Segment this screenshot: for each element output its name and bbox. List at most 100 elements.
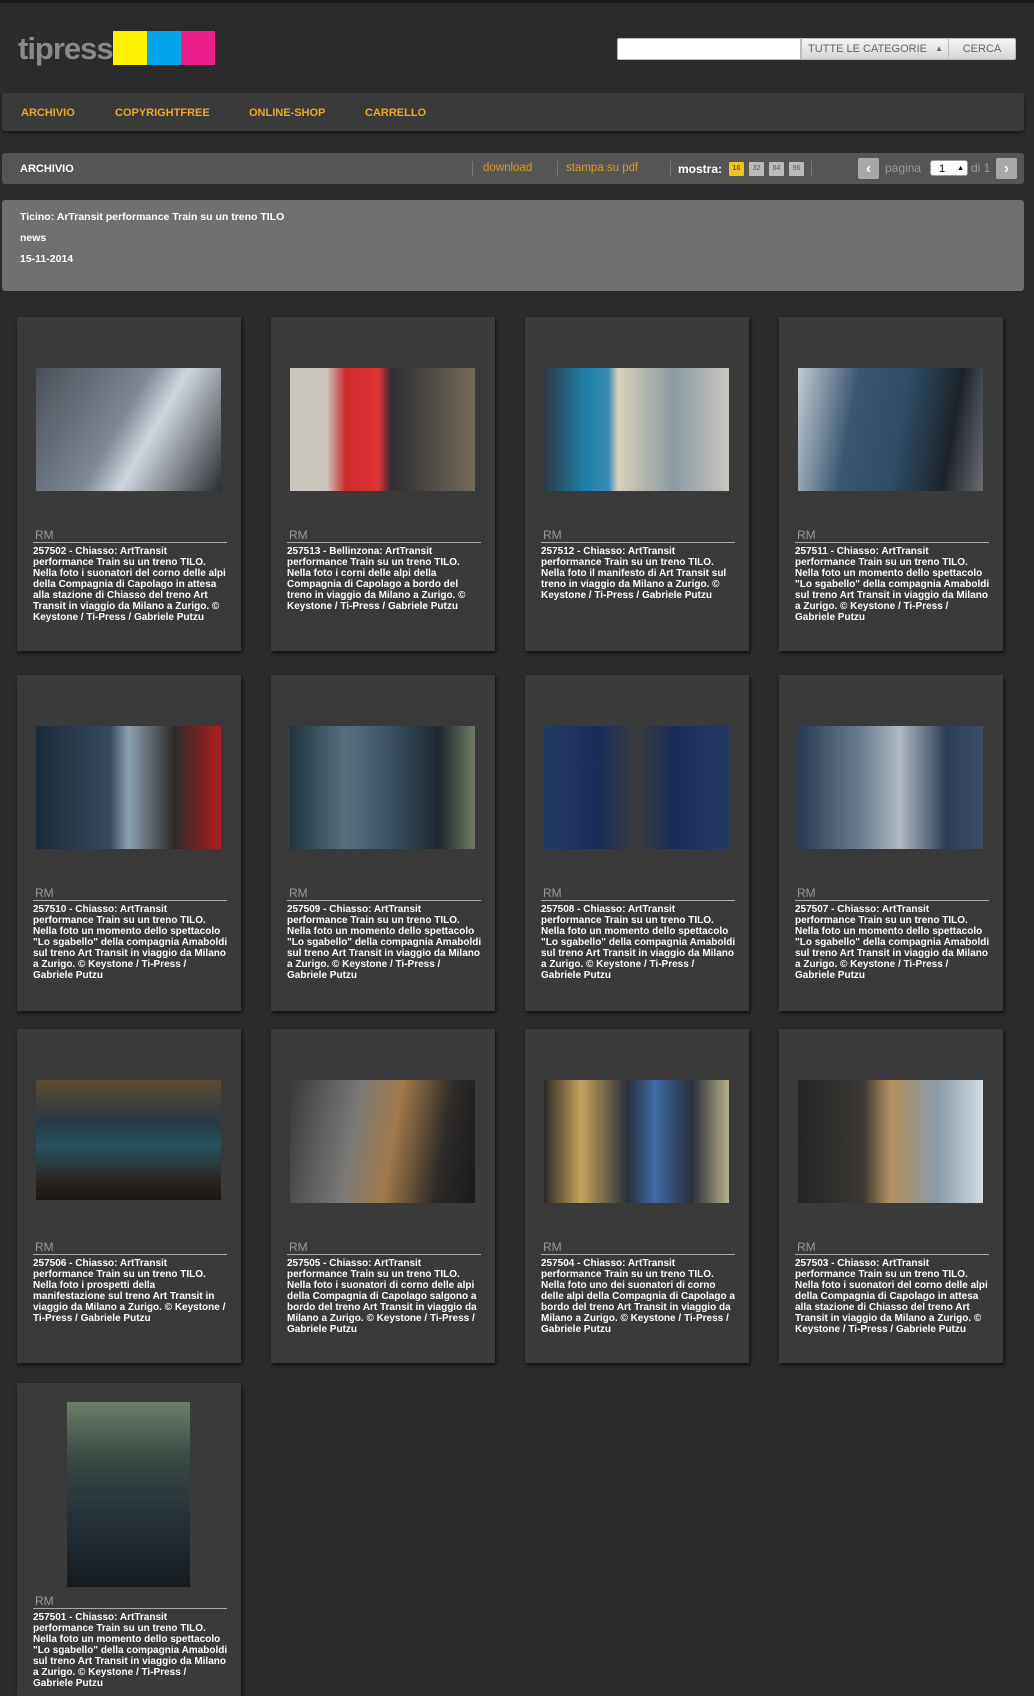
print-pdf-link[interactable]: stampa su pdf xyxy=(566,162,638,174)
gallery-category: news xyxy=(20,232,47,244)
photo-caption: 257504 - Chiasso: ArtTransit performance… xyxy=(541,1258,735,1335)
photo-caption: 257507 - Chiasso: ArtTransit performance… xyxy=(795,904,990,981)
photo-thumbnail[interactable] xyxy=(290,726,475,849)
photo-thumbnail[interactable] xyxy=(290,368,475,491)
photo-card[interactable]: RM 257512 - Chiasso: ArtTransit performan… xyxy=(525,317,749,651)
prev-page-button[interactable]: ‹ xyxy=(858,158,879,179)
rights-label: RM xyxy=(35,886,54,900)
size-32-button[interactable]: 32 xyxy=(749,162,764,176)
rights-label: RM xyxy=(289,528,308,542)
rights-label: RM xyxy=(797,1240,816,1254)
rights-label: RM xyxy=(797,528,816,542)
caption-divider xyxy=(33,542,227,543)
photo-card[interactable]: RM 257510 - Chiasso: ArtTransit performan… xyxy=(17,675,241,1011)
rights-label: RM xyxy=(289,1240,308,1254)
photo-caption: 257511 - Chiasso: ArtTransit performance… xyxy=(795,546,990,623)
photo-caption: 257510 - Chiasso: ArtTransit performance… xyxy=(33,904,228,981)
photo-thumbnail[interactable] xyxy=(544,726,729,849)
caption-divider xyxy=(795,542,989,543)
caption-divider xyxy=(287,1254,481,1255)
chevron-right-icon: › xyxy=(1004,160,1009,177)
photo-card[interactable]: RM 257508 - Chiasso: ArtTransit performan… xyxy=(525,675,749,1011)
page-select[interactable]: 1 ▲ xyxy=(930,160,968,176)
logo-magenta-square xyxy=(180,31,215,65)
rights-label: RM xyxy=(35,1240,54,1254)
photo-card[interactable]: RM 257513 - Bellinzona: ArtTransit perfor… xyxy=(271,317,495,651)
search-button[interactable]: CERCA xyxy=(949,38,1016,60)
photo-card[interactable]: RM 257504 - Chiasso: ArtTransit performan… xyxy=(525,1029,749,1363)
gallery-date: 15-11-2014 xyxy=(20,253,74,265)
rights-label: RM xyxy=(289,886,308,900)
photo-caption: 257509 - Chiasso: ArtTransit performance… xyxy=(287,904,482,981)
photo-card[interactable]: RM 257507 - Chiasso: ArtTransit performan… xyxy=(779,675,1003,1011)
caption-divider xyxy=(795,900,989,901)
section-title: ARCHIVIO xyxy=(20,163,74,175)
archive-toolbar: ARCHIVIO download stampa su pdf mostra: … xyxy=(2,153,1024,184)
photo-thumbnail[interactable] xyxy=(544,368,729,491)
photo-caption: 257513 - Bellinzona: ArtTransit performa… xyxy=(287,546,466,612)
photo-thumbnail[interactable] xyxy=(36,368,221,491)
category-select[interactable]: TUTTE LE CATEGORIE ▲ xyxy=(801,38,949,60)
photo-card[interactable]: RM 257511 - Chiasso: ArtTransit performan… xyxy=(779,317,1003,651)
rights-label: RM xyxy=(797,886,816,900)
photo-thumbnail[interactable] xyxy=(67,1402,190,1587)
nav-copyrightfree[interactable]: COPYRIGHTFREE xyxy=(115,107,210,119)
next-page-button[interactable]: › xyxy=(996,158,1017,179)
nav-archivio[interactable]: ARCHIVIO xyxy=(21,107,75,119)
photo-card[interactable]: RM 257505 - Chiasso: ArtTransit performan… xyxy=(271,1029,495,1363)
download-link[interactable]: download xyxy=(483,162,532,174)
divider xyxy=(557,161,558,176)
page-count: di 1 xyxy=(971,161,991,175)
photo-caption: 257512 - Chiasso: ArtTransit performance… xyxy=(541,546,727,601)
size-96-button[interactable]: 96 xyxy=(789,162,804,176)
photo-thumbnail[interactable] xyxy=(290,1080,475,1203)
photo-thumbnail[interactable] xyxy=(798,1080,983,1203)
gallery-title: Ticino: ArTransit performance Train su u… xyxy=(20,211,285,223)
size-16-button[interactable]: 16 xyxy=(729,162,744,176)
main-nav: ARCHIVIO COPYRIGHTFREE ONLINE-SHOP CARRE… xyxy=(2,93,1024,131)
select-arrows-icon: ▲ xyxy=(957,165,964,172)
caption-divider xyxy=(541,900,735,901)
photo-thumbnail[interactable] xyxy=(36,1080,221,1200)
caption-divider xyxy=(33,1608,227,1609)
page-label: pagina xyxy=(885,161,922,175)
show-label: mostra: xyxy=(678,162,723,176)
rights-label: RM xyxy=(35,1594,54,1608)
photo-caption: 257505 - Chiasso: ArtTransit performance… xyxy=(287,1258,477,1335)
caption-divider xyxy=(287,900,481,901)
caption-divider xyxy=(33,1254,227,1255)
search-input[interactable] xyxy=(617,38,801,60)
photo-caption: 257502 - Chiasso: ArtTransit performance… xyxy=(33,546,226,623)
photo-thumbnail[interactable] xyxy=(544,1080,729,1203)
caption-divider xyxy=(541,1254,735,1255)
rights-label: RM xyxy=(543,528,562,542)
caption-divider xyxy=(541,542,735,543)
divider xyxy=(472,161,473,176)
photo-thumbnail[interactable] xyxy=(798,726,983,849)
photo-caption: 257503 - Chiasso: ArtTransit performance… xyxy=(795,1258,988,1335)
chevron-left-icon: ‹ xyxy=(866,160,871,177)
photo-caption: 257506 - Chiasso: ArtTransit performance… xyxy=(33,1258,226,1324)
rights-label: RM xyxy=(543,886,562,900)
divider xyxy=(670,161,671,176)
nav-online-shop[interactable]: ONLINE-SHOP xyxy=(249,107,325,119)
logo-cyan-square xyxy=(146,31,181,65)
photo-card[interactable]: RM 257501 - Chiasso: ArtTransit performan… xyxy=(17,1383,241,1696)
photo-thumbnail[interactable] xyxy=(798,368,983,491)
nav-carrello[interactable]: CARRELLO xyxy=(365,107,426,119)
gallery-info: Ticino: ArTransit performance Train su u… xyxy=(2,200,1024,291)
site-logo[interactable]: tipress xyxy=(18,31,215,65)
select-arrows-icon: ▲ xyxy=(935,44,943,53)
size-64-button[interactable]: 64 xyxy=(769,162,784,176)
rights-label: RM xyxy=(35,528,54,542)
photo-thumbnail[interactable] xyxy=(36,726,221,849)
divider xyxy=(811,161,812,176)
photo-card[interactable]: RM 257506 - Chiasso: ArtTransit performan… xyxy=(17,1029,241,1363)
photo-caption: 257501 - Chiasso: ArtTransit performance… xyxy=(33,1612,228,1689)
photo-card[interactable]: RM 257509 - Chiasso: ArtTransit performan… xyxy=(271,675,495,1011)
search-bar: TUTTE LE CATEGORIE ▲ CERCA xyxy=(617,38,1016,60)
logo-text: tipress xyxy=(18,30,114,66)
caption-divider xyxy=(287,542,481,543)
photo-card[interactable]: RM 257503 - Chiasso: ArtTransit performan… xyxy=(779,1029,1003,1363)
photo-card[interactable]: RM 257502 - Chiasso: ArtTransit performan… xyxy=(17,317,241,651)
